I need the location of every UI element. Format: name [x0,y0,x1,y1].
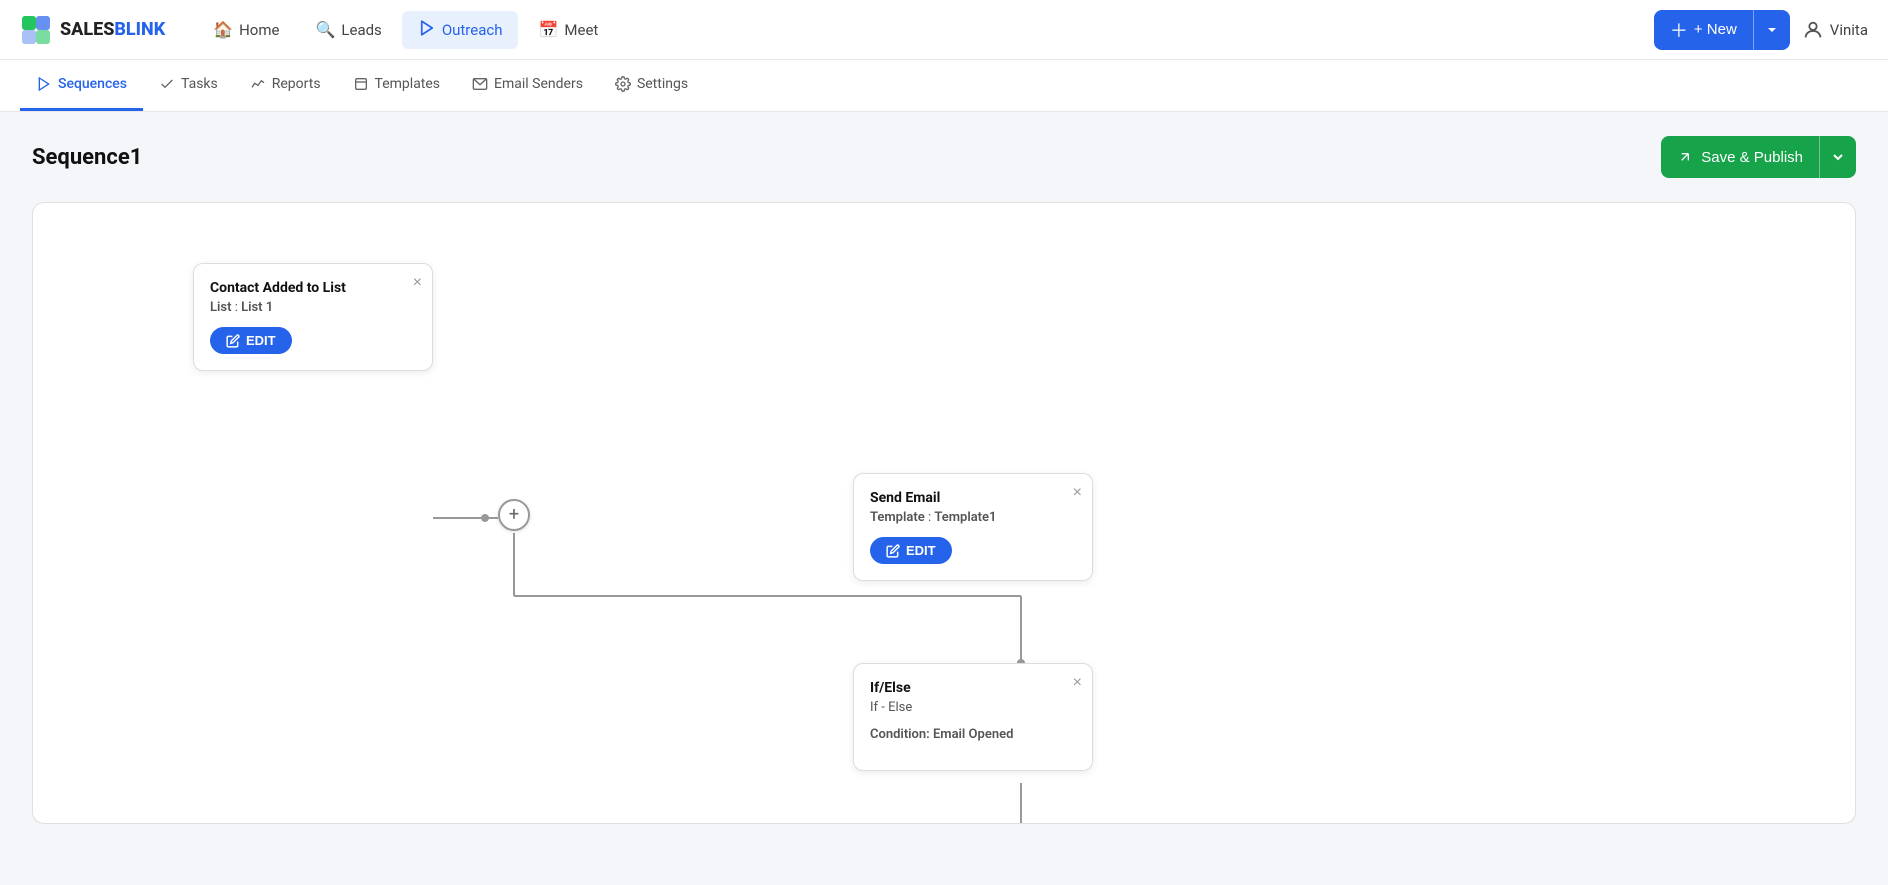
send-email-node-edit-label: EDIT [906,543,936,558]
nav-leads[interactable]: 🔍 Leads [299,12,397,47]
trigger-node: × Contact Added to List List : List 1 ED… [193,263,433,371]
logo-sales-text: SALES [60,19,114,40]
subnav-settings[interactable]: Settings [599,60,704,111]
user-name: Vinita [1830,21,1868,39]
nav-home[interactable]: 🏠 Home [197,12,295,47]
send-email-node-detail: Template : Template1 [870,510,1076,525]
top-nav-items: 🏠 Home 🔍 Leads Outreach 📅 Meet [197,11,1654,49]
search-icon: 🔍 [315,20,335,39]
save-publish-button[interactable]: Save & Publish [1661,136,1856,178]
edit-icon-2 [886,544,900,558]
subnav-templates[interactable]: Templates [337,60,457,111]
sequences-icon [36,76,52,92]
save-publish-arrow[interactable] [1820,136,1856,178]
top-nav-right: ＋ + New Vinita [1654,10,1868,50]
top-nav: SALESBLINK 🏠 Home 🔍 Leads Outreach 📅 Mee… [0,0,1888,60]
plus-icon: ＋ [1670,17,1688,43]
home-icon: 🏠 [213,20,233,39]
trigger-node-edit-label: EDIT [246,333,276,348]
flow-container: × Contact Added to List List : List 1 ED… [33,203,1855,823]
subnav-settings-label: Settings [637,76,688,92]
calendar-icon: 📅 [538,20,558,39]
if-else-line1: If - Else [870,700,1076,715]
subnav-sequences-label: Sequences [58,76,127,92]
page-header: Sequence1 Save & Publish [32,136,1856,178]
tasks-icon [159,76,175,92]
subnav-tasks-label: Tasks [181,76,218,92]
trigger-node-close[interactable]: × [413,274,422,292]
send-email-node-title: Send Email [870,490,1076,506]
subnav-email-senders-label: Email Senders [494,76,583,92]
nav-home-label: Home [239,21,279,39]
save-publish-main[interactable]: Save & Publish [1661,136,1819,178]
subnav-tasks[interactable]: Tasks [143,60,234,111]
nav-leads-label: Leads [341,21,381,39]
outreach-icon [418,19,436,41]
nav-meet-label: Meet [564,21,598,39]
subnav-email-senders[interactable]: Email Senders [456,60,599,111]
if-else-node-title: If/Else [870,680,1076,696]
export-icon [1677,149,1693,165]
new-button-main[interactable]: ＋ + New [1654,10,1753,50]
logo-blink-text: BLINK [114,19,165,40]
logo[interactable]: SALESBLINK [20,14,165,46]
new-button-arrow[interactable] [1754,10,1790,50]
subnav-reports[interactable]: Reports [234,60,337,111]
trigger-node-title: Contact Added to List [210,280,416,296]
trigger-node-edit-button[interactable]: EDIT [210,327,292,354]
send-email-node: × Send Email Template : Template1 EDIT [853,473,1093,581]
user-avatar[interactable]: Vinita [1802,19,1868,41]
page-content: Sequence1 Save & Publish [0,112,1888,848]
email-icon [472,76,488,92]
new-button-label: + New [1694,21,1737,38]
send-email-node-close[interactable]: × [1073,484,1082,502]
settings-icon [615,76,631,92]
trigger-node-detail: List : List 1 [210,300,416,315]
nav-outreach[interactable]: Outreach [402,11,519,49]
page-title: Sequence1 [32,145,142,170]
sub-nav: Sequences Tasks Reports Templates Email … [0,60,1888,112]
subnav-sequences[interactable]: Sequences [20,60,143,111]
subnav-templates-label: Templates [375,76,441,92]
subnav-reports-label: Reports [272,76,321,92]
if-else-node-close[interactable]: × [1073,674,1082,692]
plus-icon: + [509,506,519,524]
nav-outreach-label: Outreach [442,21,503,39]
save-publish-label: Save & Publish [1701,149,1803,166]
add-step-button[interactable]: + [498,499,530,531]
templates-icon [353,76,369,92]
nav-meet[interactable]: 📅 Meet [522,12,614,47]
flow-canvas[interactable]: × Contact Added to List List : List 1 ED… [32,202,1856,824]
new-button[interactable]: ＋ + New [1654,10,1790,50]
user-icon [1802,19,1824,41]
if-else-condition: Condition: Email Opened [870,727,1076,742]
send-email-node-edit-button[interactable]: EDIT [870,537,952,564]
reports-icon [250,76,266,92]
edit-icon [226,334,240,348]
if-else-node: × If/Else If - Else Condition: Email Ope… [853,663,1093,771]
